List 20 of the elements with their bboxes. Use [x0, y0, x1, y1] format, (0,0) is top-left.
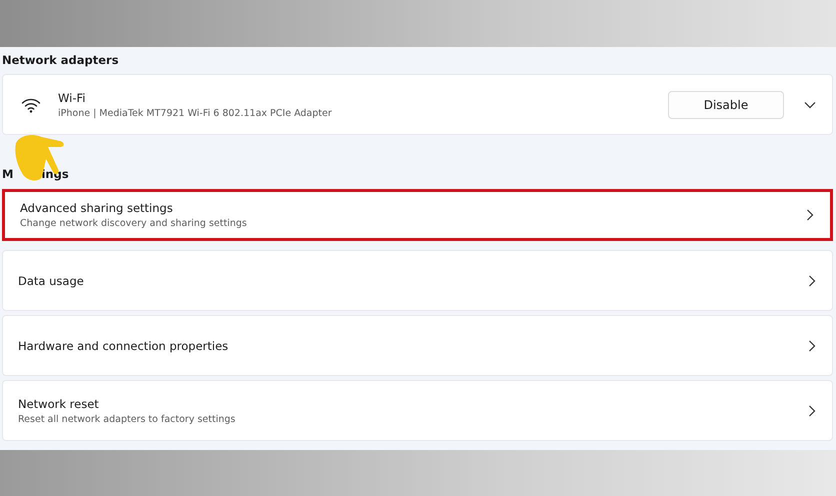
chevron-right-icon — [808, 404, 816, 416]
settings-row[interactable]: Hardware and connection properties — [2, 315, 833, 376]
row-title: Network reset — [18, 396, 100, 410]
row-title: Data usage — [18, 274, 85, 288]
section-heading: Network adapters — [2, 52, 120, 69]
chevron-right-icon — [806, 209, 814, 221]
chevron-right-icon — [808, 274, 816, 286]
adapter-name: Wi-Fi — [58, 90, 86, 104]
row-title: Hardware and connection properties — [18, 338, 230, 352]
wifi-icon — [21, 96, 41, 112]
chevron-right-icon — [808, 340, 816, 352]
row-description: Change network discovery and sharing settings — [20, 218, 248, 229]
row-description: Reset all network adapters to factory settings — [18, 414, 236, 424]
adapter-description: iPhone | MediaTek MT7921 Wi-Fi 6 802.11ax PCIe Adapter — [58, 108, 333, 118]
disable-button[interactable]: Disable — [668, 90, 784, 118]
settings-row[interactable]: Data usage — [2, 250, 833, 311]
settings-row[interactable]: Network reset Reset all network adapters to factory settings — [2, 380, 833, 441]
section-heading-fragment: M — [2, 167, 14, 181]
settings-row[interactable]: Advanced sharing settings Change network discovery and sharing settings — [2, 189, 833, 241]
row-title: Advanced sharing settings — [20, 201, 174, 215]
